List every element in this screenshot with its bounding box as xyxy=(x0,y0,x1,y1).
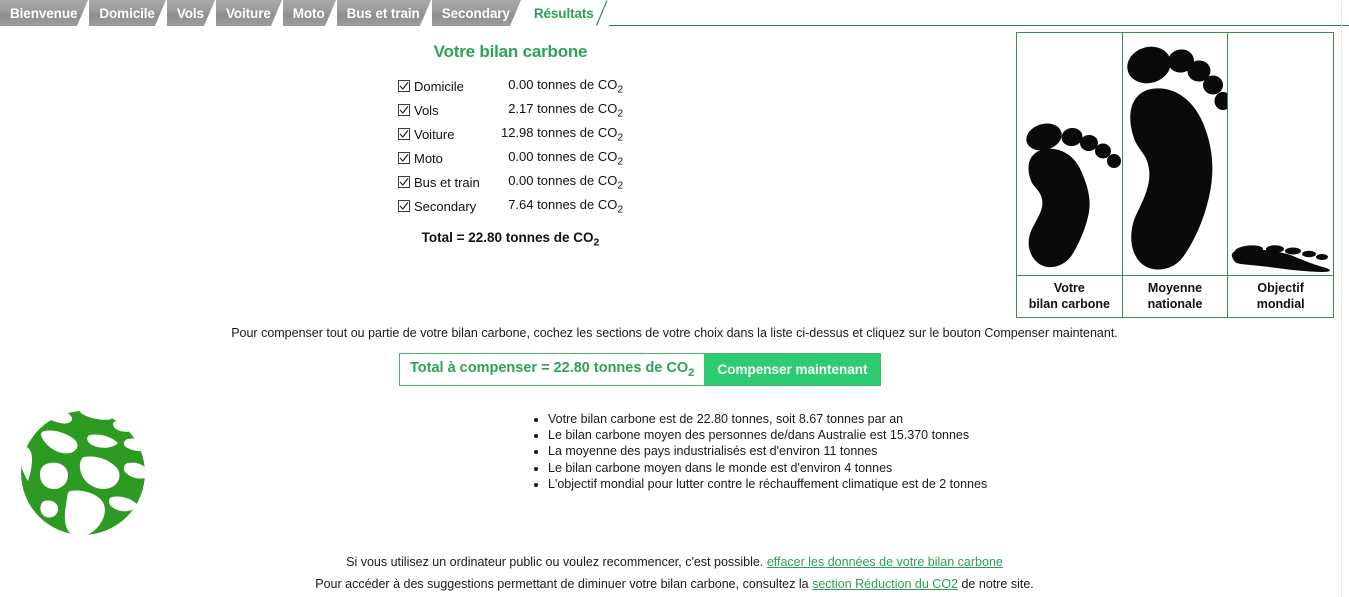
tab-domicile[interactable]: Domicile xyxy=(89,0,168,26)
tab-label: Résultats xyxy=(533,5,594,21)
tab-resultats[interactable]: Résultats xyxy=(521,0,609,26)
list-item: Le bilan carbone moyen dans le monde est… xyxy=(548,460,987,476)
tab-secondary[interactable]: Secondary xyxy=(431,0,523,26)
footprint-column-your: Votre bilan carbone xyxy=(1017,33,1123,317)
emissions-row-bus-et-train: Bus et train 0.00 tonnes de CO2 xyxy=(398,170,623,194)
tab-moto[interactable]: Moto xyxy=(282,0,338,26)
total-emissions: Total = 22.80 tonnes de CO2 xyxy=(421,230,600,249)
footer-text: Pour accéder à des suggestions permettan… xyxy=(315,577,809,591)
tab-voiture[interactable]: Voiture xyxy=(215,0,284,26)
co2-reduction-link[interactable]: section Réduction du CO2 xyxy=(812,577,958,591)
caption-line2: nationale xyxy=(1147,296,1203,311)
footprint-column-national: Moyenne nationale xyxy=(1122,33,1229,317)
caption-line1: Moyenne xyxy=(1147,280,1203,295)
footprint-icon xyxy=(1017,33,1122,275)
emissions-value: 2.17 tonnes de CO2 xyxy=(508,100,623,120)
emissions-row-domicile: Domicile 0.00 tonnes de CO2 xyxy=(398,74,623,98)
footer: Si vous utilisez un ordinateur public ou… xyxy=(0,551,1349,595)
footprint-caption: Moyenne nationale xyxy=(1122,275,1228,317)
tab-label: Moto xyxy=(292,5,325,21)
checkbox-bus-et-train[interactable] xyxy=(398,176,410,188)
emissions-label: Voiture xyxy=(414,126,455,142)
caption-line2: bilan carbone xyxy=(1028,296,1110,311)
tab-list: Bienvenue Domicile Vols Voiture Moto Bus… xyxy=(0,0,609,26)
tab-label: Bus et train xyxy=(346,5,420,21)
emissions-label: Moto xyxy=(414,150,443,166)
list-item: La moyenne des pays industrialisés est d… xyxy=(548,443,987,459)
emissions-value: 0.00 tonnes de CO2 xyxy=(508,76,623,96)
globe-logo xyxy=(8,405,158,540)
list-item: L'objectif mondial pour lutter contre le… xyxy=(548,476,987,492)
compensate-now-button[interactable]: Compenser maintenant xyxy=(704,354,881,385)
emissions-value: 12.98 tonnes de CO2 xyxy=(500,124,623,144)
footprint-squashed-icon xyxy=(1228,33,1333,275)
footer-line-suggestions: Pour accéder à des suggestions permettan… xyxy=(0,573,1349,595)
tab-label: Vols xyxy=(176,5,204,21)
emissions-label: Bus et train xyxy=(414,174,480,190)
page-title: Votre bilan carbone xyxy=(433,42,588,61)
checkbox-vols[interactable] xyxy=(398,104,410,116)
tab-bus-et-train[interactable]: Bus et train xyxy=(336,0,433,26)
tab-label: Bienvenue xyxy=(10,5,78,21)
facts-list: Votre bilan carbone est de 22.80 tonnes,… xyxy=(532,411,987,492)
tab-bienvenue[interactable]: Bienvenue xyxy=(0,0,91,26)
footprint-icon xyxy=(1123,33,1228,275)
compensate-total: Total à compenser = 22.80 tonnes de CO2 xyxy=(410,360,695,379)
list-item: Votre bilan carbone est de 22.80 tonnes,… xyxy=(548,411,987,427)
footprint-caption: Objectif mondial xyxy=(1228,275,1334,317)
emissions-list: Domicile 0.00 tonnes de CO2 Vols 2.17 to… xyxy=(398,74,623,218)
emissions-value: 7.64 tonnes de CO2 xyxy=(508,196,623,216)
tab-label: Secondary xyxy=(441,5,510,21)
caption-line1: Objectif xyxy=(1257,280,1304,295)
footer-text: de notre site. xyxy=(961,577,1034,591)
emissions-value: 0.00 tonnes de CO2 xyxy=(508,148,623,168)
tab-label: Voiture xyxy=(225,5,271,21)
emissions-label: Domicile xyxy=(414,78,464,94)
compensate-bar: Total à compenser = 22.80 tonnes de CO2 … xyxy=(399,353,882,386)
emissions-row-vols: Vols 2.17 tonnes de CO2 xyxy=(398,98,623,122)
checkbox-secondary[interactable] xyxy=(398,200,410,212)
tab-slant-icon xyxy=(595,0,609,26)
footprint-column-global-goal: Objectif mondial xyxy=(1228,33,1334,317)
emissions-label: Secondary xyxy=(414,198,477,214)
emissions-row-secondary: Secondary 7.64 tonnes de CO2 xyxy=(398,194,623,218)
footer-text: Si vous utilisez un ordinateur public ou… xyxy=(346,555,764,569)
emissions-label: Vols xyxy=(414,102,439,118)
checkbox-domicile[interactable] xyxy=(398,80,410,92)
list-item: Le bilan carbone moyen des personnes de/… xyxy=(548,427,987,443)
checkbox-voiture[interactable] xyxy=(398,128,410,140)
tab-label: Domicile xyxy=(99,5,155,21)
emissions-row-voiture: Voiture 12.98 tonnes de CO2 xyxy=(398,122,623,146)
checkbox-moto[interactable] xyxy=(398,152,410,164)
caption-line2: mondial xyxy=(1256,296,1305,311)
footprint-comparison: Votre bilan carbone Moyenne nationale Ob… xyxy=(1016,32,1334,318)
footprint-caption: Votre bilan carbone xyxy=(1017,275,1122,317)
clear-data-link[interactable]: effacer les données de votre bilan carbo… xyxy=(767,555,1003,569)
carbon-summary: Votre bilan carbone Domicile 0.00 tonnes… xyxy=(398,42,623,249)
compensate-instruction: Pour compenser tout ou partie de votre b… xyxy=(231,326,1118,340)
footer-line-reset: Si vous utilisez un ordinateur public ou… xyxy=(0,551,1349,573)
page-edge-rule xyxy=(1341,0,1342,597)
emissions-row-moto: Moto 0.00 tonnes de CO2 xyxy=(398,146,623,170)
emissions-value: 0.00 tonnes de CO2 xyxy=(508,172,623,192)
tab-vols[interactable]: Vols xyxy=(166,0,217,26)
tab-bar: Bienvenue Domicile Vols Voiture Moto Bus… xyxy=(0,0,1349,26)
caption-line1: Votre xyxy=(1053,280,1085,295)
